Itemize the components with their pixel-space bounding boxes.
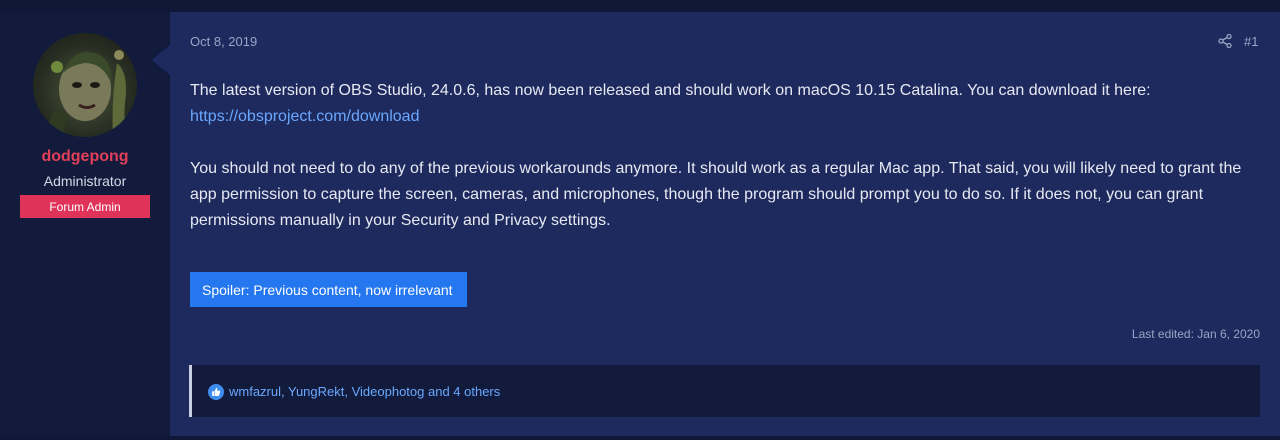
reactions-bar: wmfazrul, YungRekt, Videophotog and 4 ot… — [189, 365, 1260, 417]
post-date[interactable]: Oct 8, 2019 — [190, 34, 257, 49]
avatar[interactable] — [33, 33, 137, 137]
reactions-list[interactable]: wmfazrul, YungRekt, Videophotog and 4 ot… — [229, 384, 500, 399]
post-body: The latest version of OBS Studio, 24.0.6… — [190, 78, 1265, 234]
username[interactable]: dodgepong — [0, 148, 170, 166]
post-main: Oct 8, 2019 #1 The latest version of OBS… — [170, 12, 1280, 436]
post-number[interactable]: #1 — [1244, 34, 1258, 49]
download-link[interactable]: https://obsproject.com/download — [190, 108, 419, 125]
user-banner: Forum Admin — [20, 195, 150, 218]
spoiler-button[interactable]: Spoiler: Previous content, now irrelevan… — [190, 272, 467, 307]
share-icon[interactable] — [1217, 33, 1233, 49]
post-arrow-fill — [154, 45, 171, 75]
avatar-image — [43, 50, 129, 137]
post-paragraph-2: You should not need to do any of the pre… — [190, 160, 1242, 229]
user-title: Administrator — [43, 173, 127, 189]
user-cell: dodgepong Administrator Forum Admin — [0, 12, 170, 436]
forum-post: dodgepong Administrator Forum Admin Oct … — [0, 0, 1280, 440]
last-edited: Last edited: Jan 6, 2020 — [1131, 327, 1260, 341]
like-icon[interactable] — [208, 384, 224, 400]
post-paragraph-1: The latest version of OBS Studio, 24.0.6… — [190, 82, 1151, 99]
